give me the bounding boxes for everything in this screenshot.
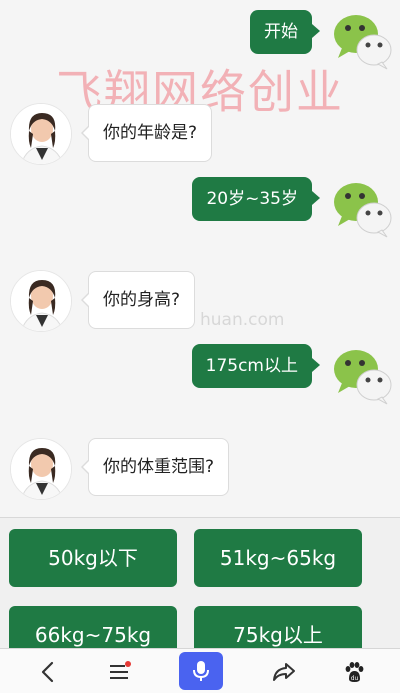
user-message: 20岁~35岁 [192, 177, 320, 221]
menu-button[interactable] [100, 649, 140, 693]
bot-bubble-text: 你的体重范围? [80, 438, 230, 496]
wechat-avatar-icon [334, 15, 392, 70]
person-avatar-icon [11, 271, 71, 331]
chat-area: 飞翔网络创业 huan.com 开始 你的年龄是? 20岁~35岁 你的身高? … [0, 0, 400, 517]
wechat-avatar-icon [334, 183, 392, 238]
voice-input-button[interactable] [179, 652, 223, 690]
user-bubble-text: 开始 [250, 10, 320, 54]
option-button[interactable]: 50kg以下 [9, 529, 177, 587]
bot-bubble-text: 你的年龄是? [80, 104, 213, 162]
back-button[interactable] [28, 649, 68, 693]
user-bubble-text: 20岁~35岁 [192, 177, 320, 221]
back-chevron-icon [41, 661, 54, 682]
microphone-icon [193, 661, 209, 681]
bot-bubble-text: 你的身高? [80, 271, 196, 329]
user-bubble-text: 175cm以上 [191, 344, 321, 388]
svg-text:du: du [351, 675, 359, 682]
option-button[interactable]: 66kg~75kg [9, 606, 177, 648]
bot-avatar [10, 103, 72, 165]
baidu-paw-icon: du [345, 661, 364, 682]
watermark-faint: huan.com [200, 310, 285, 330]
share-icon [273, 662, 295, 681]
bottom-navigation-bar: du [0, 648, 400, 693]
menu-icon [110, 660, 131, 679]
share-button[interactable] [264, 649, 304, 693]
person-avatar-icon [11, 104, 71, 164]
person-avatar-icon [11, 439, 71, 499]
bot-avatar [10, 438, 72, 500]
bot-avatar [10, 270, 72, 332]
wechat-avatar-icon [334, 350, 392, 405]
notification-dot-icon [125, 660, 131, 667]
baidu-button[interactable]: du [334, 649, 374, 693]
option-button[interactable]: 51kg~65kg [194, 529, 362, 587]
user-message: 开始 [250, 10, 320, 54]
option-button[interactable]: 75kg以上 [194, 606, 362, 648]
user-message: 175cm以上 [191, 344, 321, 388]
answer-options-panel: 50kg以下 51kg~65kg 66kg~75kg 75kg以上 [0, 517, 400, 648]
